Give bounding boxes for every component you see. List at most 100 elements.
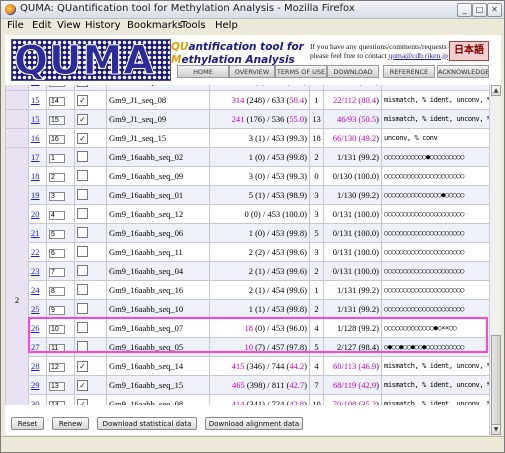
table-row: 217Gm9_16aabb_seq_021 (0) / 453 (99.8)21… <box>5 147 489 405</box>
row-number-link[interactable]: 23 <box>31 266 40 276</box>
order-input[interactable] <box>49 229 65 239</box>
sequence-name-cell: Gm9_16aabb_seq_04 <box>106 261 210 281</box>
row-checkbox[interactable] <box>77 321 88 333</box>
row-checkbox[interactable] <box>77 150 88 162</box>
row-number-link[interactable]: 19 <box>31 190 40 200</box>
row-number-link[interactable]: 21 <box>31 228 40 238</box>
row-checkbox[interactable]: ✓ <box>77 85 88 87</box>
row-number-link[interactable]: 16 <box>31 133 40 143</box>
identity-percent: 55.0 <box>289 114 305 124</box>
order-input[interactable] <box>49 400 65 405</box>
japanese-language-button[interactable]: 日本語 <box>449 41 489 61</box>
alignment-stats-cell: 5 (1) / 453 (98.9) <box>209 185 310 205</box>
download-alignment-data-button[interactable]: Download alignment data <box>205 417 303 430</box>
order-input[interactable] <box>49 324 65 334</box>
order-input[interactable] <box>49 362 65 372</box>
sequence-name-cell: Gm9_16aabb_seq_12 <box>106 204 210 224</box>
minimize-button[interactable]: _ <box>457 3 472 17</box>
scroll-thumb[interactable] <box>491 335 501 425</box>
nav-overview[interactable]: OVERVIEW <box>229 65 275 78</box>
menu-tools[interactable]: Tools <box>181 20 206 31</box>
order-input[interactable] <box>49 96 65 106</box>
cpg-count: 3 <box>314 209 319 219</box>
nav-reference[interactable]: REFERENCE <box>383 65 435 78</box>
row-number-link[interactable]: 15 <box>31 114 40 124</box>
order-input[interactable] <box>49 134 65 144</box>
close-button[interactable]: ✕ <box>487 3 502 17</box>
row-checkbox[interactable] <box>77 264 88 276</box>
scroll-down-arrow-icon[interactable]: ▼ <box>491 424 501 435</box>
contact-info: If you have any questions/comments/reque… <box>310 42 461 60</box>
row-number-link[interactable]: 28 <box>31 361 40 371</box>
row-number-link[interactable]: 18 <box>31 171 40 181</box>
row-number-link[interactable]: 20 <box>31 209 40 219</box>
row-number-link[interactable]: 22 <box>31 247 40 257</box>
order-input[interactable] <box>49 115 65 125</box>
reset-button[interactable]: Reset <box>11 417 44 430</box>
alignment-stats: (176) / 536 ( <box>244 114 290 124</box>
nav-acknowledgements[interactable]: ACKNOWLEDGEMENTS <box>437 65 489 78</box>
order-input[interactable] <box>49 210 65 220</box>
row-checkbox[interactable]: ✓ <box>77 379 88 391</box>
row-number-link[interactable]: 15 <box>31 95 40 105</box>
order-input[interactable] <box>49 305 65 315</box>
cpg-count-cell: 1 <box>309 280 324 300</box>
vertical-scrollbar[interactable]: ▲ ▼ <box>489 85 501 435</box>
row-checkbox[interactable]: ✓ <box>77 360 88 372</box>
order-input[interactable] <box>49 191 65 201</box>
row-number-link[interactable]: 17 <box>31 152 40 162</box>
row-checkbox[interactable] <box>77 169 88 181</box>
row-checkbox[interactable] <box>77 188 88 200</box>
nav-terms-of-use[interactable]: TERMS OF USE <box>275 65 327 78</box>
row-checkbox[interactable] <box>77 245 88 257</box>
order-input[interactable] <box>49 381 65 391</box>
order-input[interactable] <box>49 267 65 277</box>
renew-button[interactable]: Renew <box>52 417 89 430</box>
row-checkbox[interactable]: ✓ <box>77 94 88 106</box>
conversion-ratio: 1/128 (99.2) <box>336 323 379 333</box>
table-row: 15✓Gm9_J1_seq_08314 (248) / 633 (50.4)12… <box>5 90 489 110</box>
scroll-up-arrow-icon[interactable]: ▲ <box>491 85 501 96</box>
nav-home[interactable]: HOME <box>177 65 229 78</box>
order-input[interactable] <box>49 248 65 258</box>
maximize-button[interactable]: □ <box>472 3 487 17</box>
conversion-cell: 1/130 (99.2) <box>323 185 382 205</box>
checkbox-cell <box>74 204 107 224</box>
order-input[interactable] <box>49 85 65 87</box>
contact-email-link[interactable]: quma@cdb.riken.jp <box>389 51 448 60</box>
row-checkbox[interactable] <box>77 340 88 352</box>
menu-file[interactable]: File <box>7 20 24 31</box>
row-number-link[interactable]: 30 <box>31 399 40 405</box>
order-input[interactable] <box>49 286 65 296</box>
row-number-link[interactable]: 24 <box>31 285 40 295</box>
row-checkbox[interactable] <box>77 283 88 295</box>
nav-download[interactable]: DOWNLOAD <box>327 65 379 78</box>
sequence-name: Gm9_J1_seq_14 <box>109 85 166 86</box>
row-number-link[interactable]: 15 <box>31 85 40 86</box>
order-input[interactable] <box>49 343 65 353</box>
row-checkbox[interactable] <box>77 226 88 238</box>
menu-help[interactable]: Help <box>215 20 238 31</box>
menu-bookmarks[interactable]: Bookmarks <box>127 20 183 31</box>
group-cell-1 <box>5 109 29 129</box>
identity-percent: 44.2 <box>289 361 305 371</box>
row-number-link[interactable]: 27 <box>31 342 40 352</box>
row-checkbox[interactable]: ✓ <box>77 132 88 144</box>
row-checkbox[interactable] <box>77 207 88 219</box>
order-input[interactable] <box>49 153 65 163</box>
alignment-stats-tail: ) <box>304 380 307 390</box>
menu-history[interactable]: History <box>85 20 121 31</box>
alignment-stats-cell: 241 (176) / 536 (55.0) <box>209 109 310 129</box>
row-checkbox[interactable]: ✓ <box>77 398 88 405</box>
menu-view[interactable]: View <box>57 20 81 31</box>
row-number-link[interactable]: 29 <box>31 380 40 390</box>
row-number-link[interactable]: 25 <box>31 304 40 314</box>
row-number-link[interactable]: 26 <box>31 323 40 333</box>
download-statistical-data-button[interactable]: Download statistical data <box>97 417 197 430</box>
row-checkbox[interactable]: ✓ <box>77 113 88 125</box>
order-input-cell <box>46 261 75 281</box>
row-checkbox[interactable] <box>77 302 88 314</box>
sequence-name: Gm9_16aabb_seq_11 <box>109 247 183 257</box>
menu-edit[interactable]: Edit <box>32 20 51 31</box>
order-input[interactable] <box>49 172 65 182</box>
